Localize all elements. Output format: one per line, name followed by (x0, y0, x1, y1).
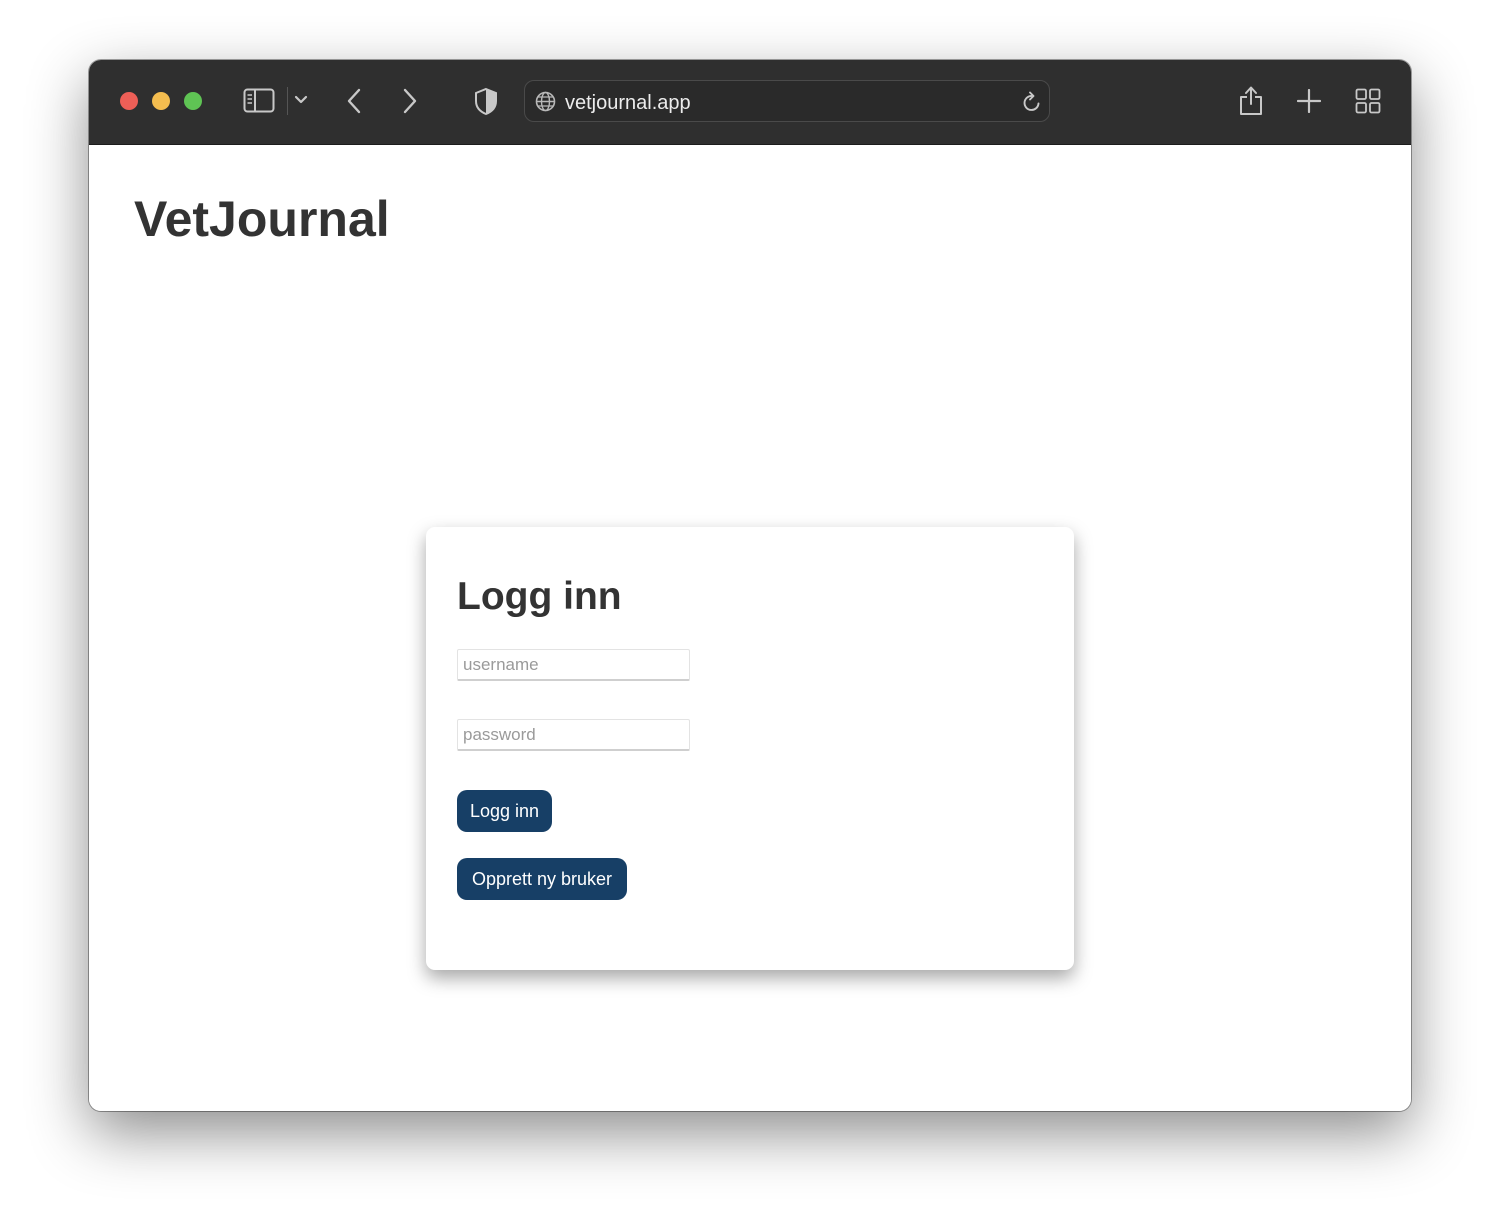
login-card: Logg inn Logg inn Opprett ny bruker (426, 527, 1074, 970)
sidebar-icon[interactable] (243, 88, 275, 114)
globe-icon (535, 91, 556, 112)
address-bar[interactable]: vetjournal.app (524, 80, 1050, 122)
new-tab-icon[interactable] (1297, 89, 1321, 113)
login-title: Logg inn (457, 575, 622, 618)
minimize-window-button[interactable] (152, 92, 170, 110)
forward-icon[interactable] (402, 87, 418, 115)
site-title: VetJournal (134, 191, 390, 247)
share-icon[interactable] (1238, 84, 1264, 116)
tab-overview-icon[interactable] (1355, 88, 1381, 114)
zoom-window-button[interactable] (184, 92, 202, 110)
register-button[interactable]: Opprett ny bruker (457, 858, 627, 900)
browser-window: vetjournal.app VetJournal Logg inn Logg … (89, 60, 1411, 1111)
login-button[interactable]: Logg inn (457, 790, 552, 832)
page-content: VetJournal Logg inn Logg inn Opprett ny … (89, 145, 1411, 1111)
chevron-down-icon[interactable] (294, 95, 308, 105)
back-icon[interactable] (346, 87, 362, 115)
shield-icon[interactable] (474, 87, 498, 116)
toolbar-divider (287, 87, 288, 115)
url-text: vetjournal.app (565, 92, 691, 114)
password-input[interactable] (457, 719, 690, 751)
reload-icon[interactable] (1022, 91, 1042, 113)
close-window-button[interactable] (120, 92, 138, 110)
username-input[interactable] (457, 649, 690, 681)
browser-toolbar: vetjournal.app (89, 60, 1411, 145)
